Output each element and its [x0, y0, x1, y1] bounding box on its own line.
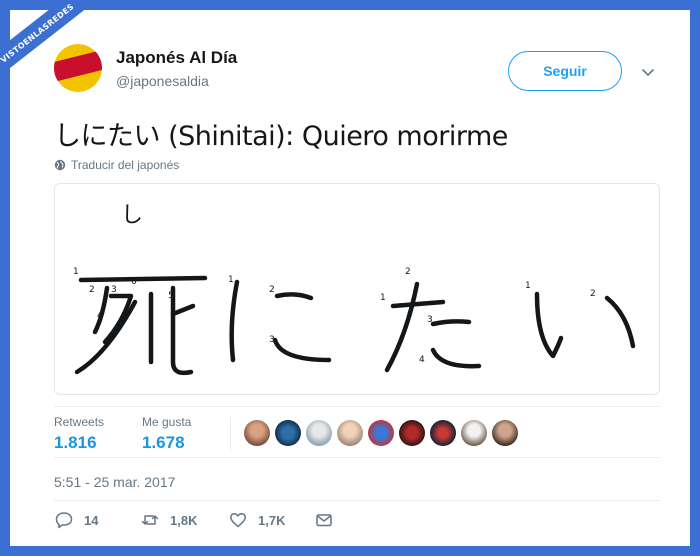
image-frame	[0, 0, 700, 556]
